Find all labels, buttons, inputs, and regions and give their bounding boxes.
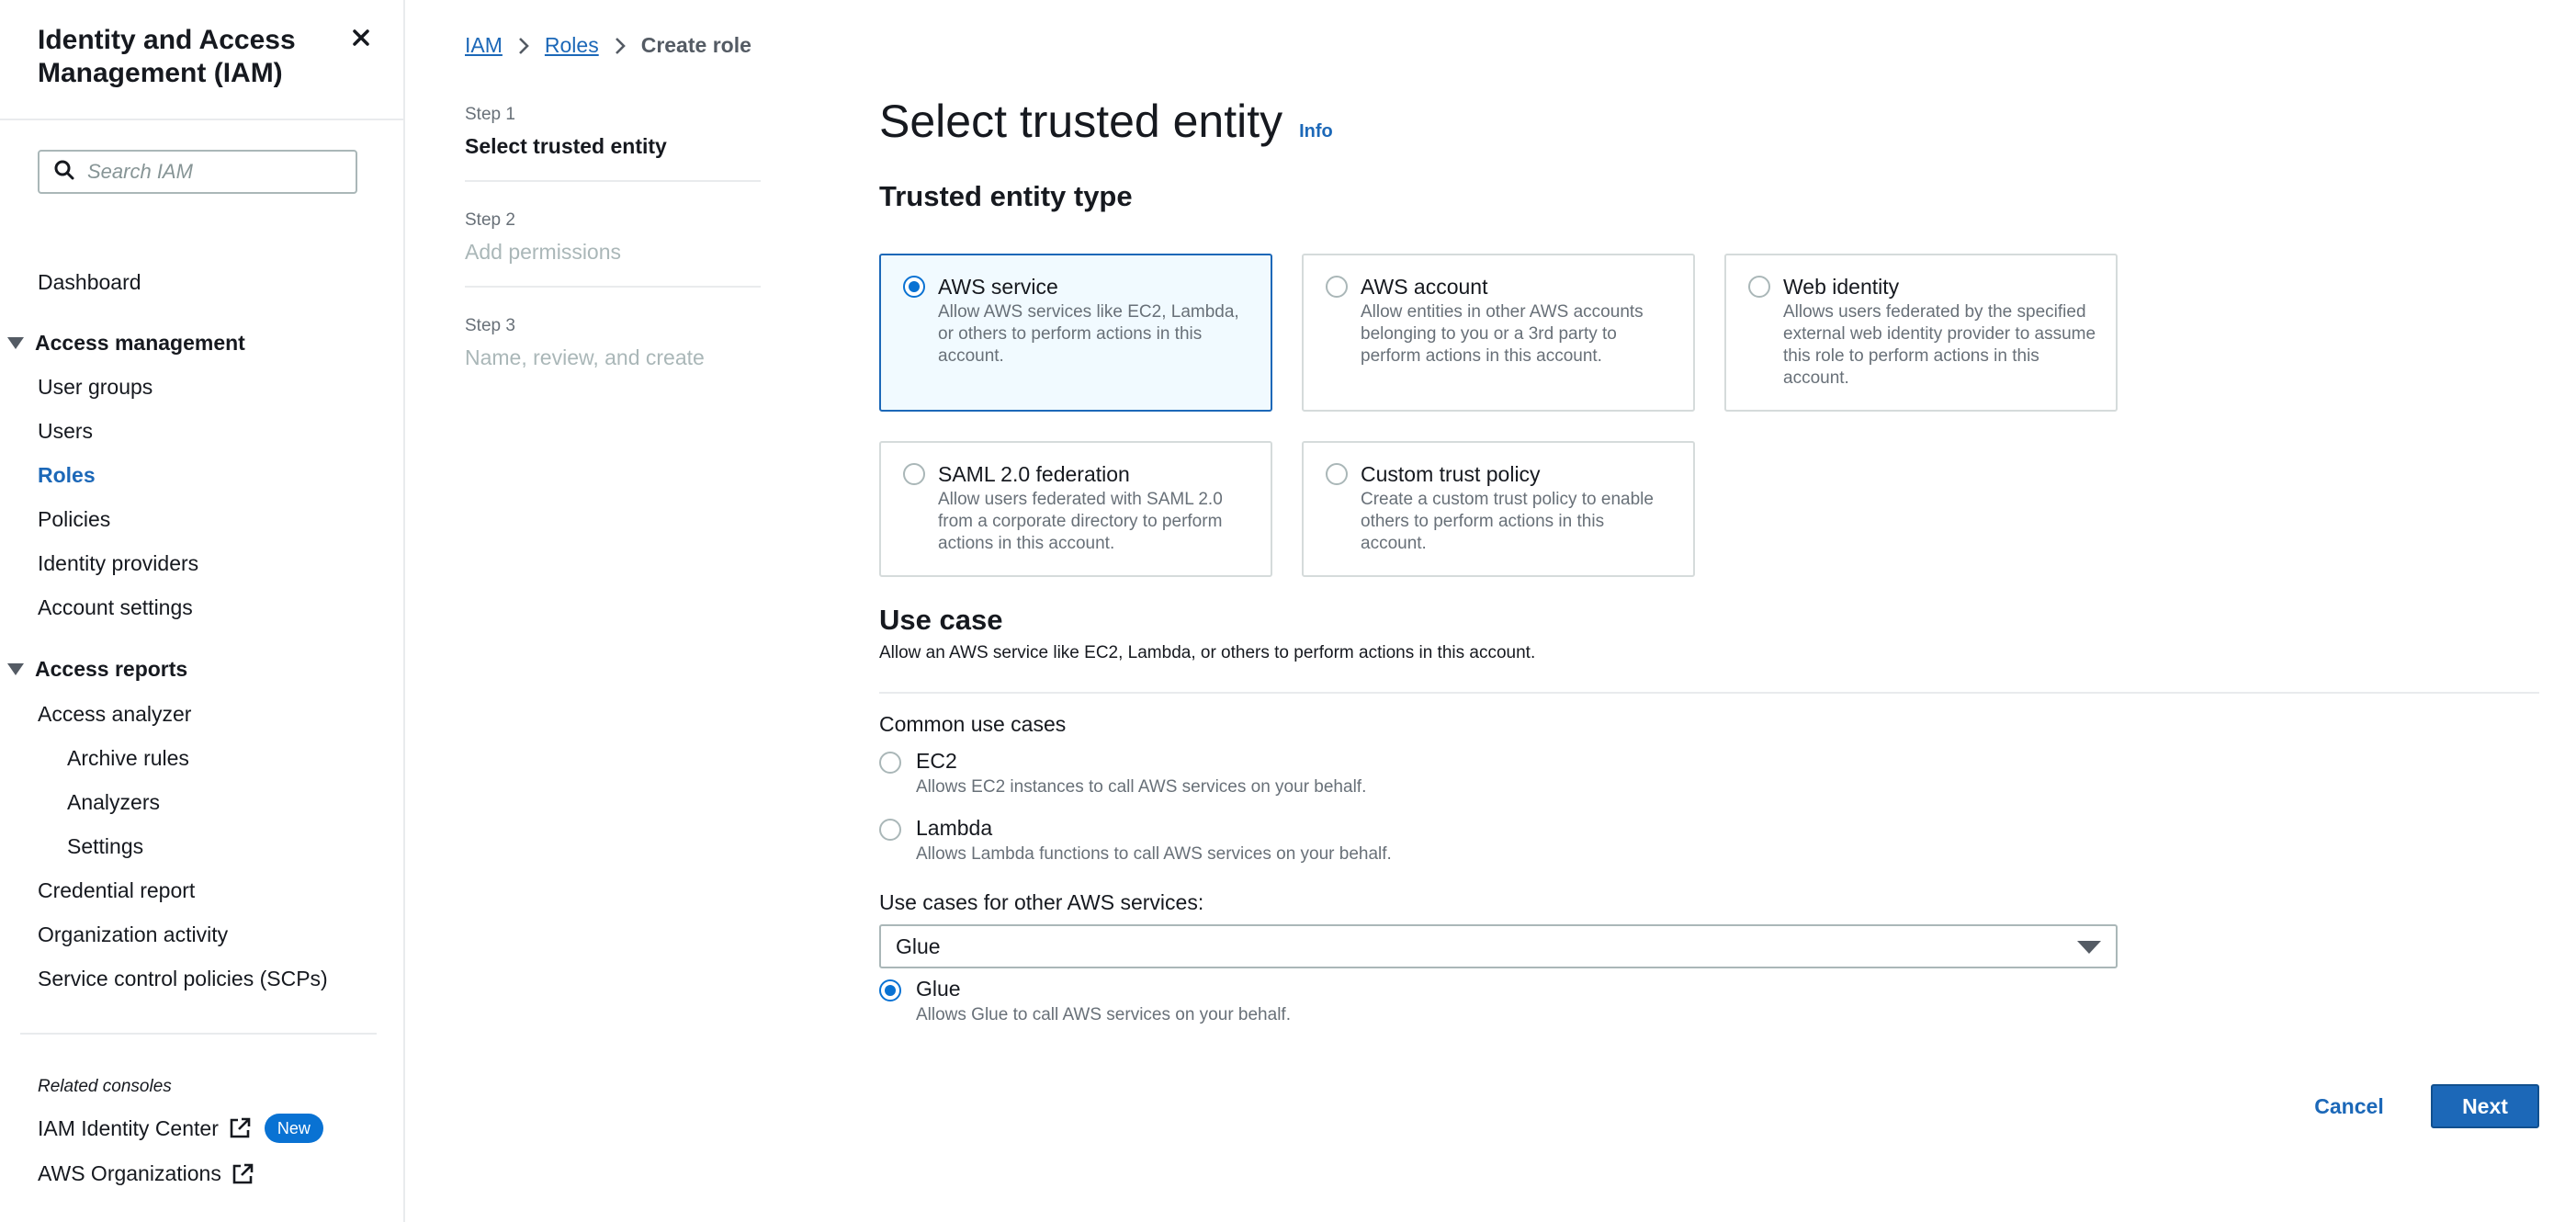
section-divider [879, 692, 2539, 694]
step-2: Step 2 Add permissions [465, 210, 761, 265]
radio-aws-service[interactable] [903, 276, 925, 298]
tile-aws-account[interactable]: AWS account Allow entities in other AWS … [1302, 254, 1695, 412]
aws-organizations-link[interactable]: AWS Organizations [38, 1161, 254, 1186]
chevron-right-icon [517, 36, 530, 56]
use-case-heading: Use case [879, 604, 1003, 636]
sidebar: Identity and Access Management (IAM) Das… [0, 0, 405, 1222]
tile-title: SAML 2.0 federation [938, 462, 1130, 486]
sidebar-item-analyzers[interactable]: Analyzers [67, 790, 160, 815]
sidebar-item-access-analyzer[interactable]: Access analyzer [38, 702, 191, 727]
sidebar-section-label: Access management [35, 331, 245, 355]
breadcrumb-iam[interactable]: IAM [465, 33, 503, 58]
tile-desc: Allow AWS services like EC2, Lambda, or … [938, 302, 1239, 366]
sidebar-item-scps[interactable]: Service control policies (SCPs) [38, 967, 328, 991]
radio-custom-trust-policy[interactable] [1326, 463, 1348, 485]
sidebar-item-users[interactable]: Users [38, 419, 93, 444]
link-label: AWS Organizations [38, 1161, 221, 1185]
sidebar-item-archive-rules[interactable]: Archive rules [67, 746, 189, 771]
option-title: Glue [916, 977, 961, 1001]
sidebar-section-access-management[interactable]: Access management [0, 331, 245, 356]
sidebar-item-identity-providers[interactable]: Identity providers [38, 551, 198, 576]
related-consoles-label: Related consoles [38, 1077, 172, 1096]
sidebar-section-label: Access reports [35, 657, 188, 681]
option-desc: Allows Glue to call AWS services on your… [916, 1005, 1291, 1024]
radio-glue[interactable] [879, 979, 901, 1001]
other-services-label: Use cases for other AWS services: [879, 890, 1204, 914]
step-1: Step 1 Select trusted entity [465, 105, 761, 159]
sidebar-item-organization-activity[interactable]: Organization activity [38, 922, 228, 947]
step-label: Name, review, and create [465, 345, 705, 369]
next-button[interactable]: Next [2431, 1084, 2539, 1128]
common-use-cases-label: Common use cases [879, 712, 1067, 736]
sidebar-divider [20, 1033, 377, 1035]
step-number: Step 1 [465, 105, 515, 124]
external-link-icon [232, 1163, 254, 1183]
sidebar-item-roles[interactable]: Roles [38, 463, 96, 488]
option-desc: Allows EC2 instances to call AWS service… [916, 777, 1367, 797]
step-3: Step 3 Name, review, and create [465, 316, 761, 370]
search-box[interactable] [38, 150, 357, 194]
sidebar-section-access-reports[interactable]: Access reports [0, 657, 187, 682]
option-title: Lambda [916, 816, 993, 840]
step-number: Step 3 [465, 316, 515, 335]
tile-desc: Allow entities in other AWS accounts bel… [1361, 302, 1644, 366]
option-ec2[interactable]: EC2 Allows EC2 instances to call AWS ser… [879, 748, 1366, 798]
option-glue[interactable]: Glue Allows Glue to call AWS services on… [879, 976, 1291, 1026]
sidebar-item-settings[interactable]: Settings [67, 834, 143, 859]
radio-aws-account[interactable] [1326, 276, 1348, 298]
caret-down-icon [7, 663, 24, 675]
tile-web-identity[interactable]: Web identity Allows users federated by t… [1724, 254, 2118, 412]
radio-saml-federation[interactable] [903, 463, 925, 485]
step-divider [465, 286, 761, 288]
sidebar-item-policies[interactable]: Policies [38, 507, 110, 532]
sidebar-divider [0, 119, 405, 120]
search-input[interactable] [87, 160, 345, 184]
chevron-right-icon [614, 36, 627, 56]
option-title: EC2 [916, 749, 957, 773]
cancel-button[interactable]: Cancel [2303, 1084, 2395, 1128]
tile-title: AWS service [938, 275, 1058, 299]
breadcrumb: IAM Roles Create role [465, 33, 751, 58]
close-icon[interactable] [347, 24, 375, 51]
sidebar-item-credential-report[interactable]: Credential report [38, 878, 195, 903]
option-lambda[interactable]: Lambda Allows Lambda functions to call A… [879, 815, 1392, 866]
search-icon [54, 160, 74, 185]
page-title-text: Select trusted entity [879, 96, 1283, 147]
tile-custom-trust-policy[interactable]: Custom trust policy Create a custom trus… [1302, 441, 1695, 577]
select-value: Glue [896, 933, 941, 958]
info-link[interactable]: Info [1299, 121, 1333, 142]
sidebar-item-user-groups[interactable]: User groups [38, 375, 153, 400]
tile-desc: Allows users federated by the specified … [1783, 302, 2096, 388]
page-title: Select trusted entity Info [879, 95, 1333, 148]
tile-title: Web identity [1783, 275, 1900, 299]
step-divider [465, 180, 761, 182]
caret-down-icon [7, 337, 24, 349]
tile-title: AWS account [1361, 275, 1488, 299]
external-link-icon [230, 1117, 251, 1138]
caret-down-icon [2077, 941, 2101, 954]
use-case-desc: Allow an AWS service like EC2, Lambda, o… [879, 643, 1536, 662]
sidebar-item-account-settings[interactable]: Account settings [38, 595, 193, 620]
radio-ec2[interactable] [879, 752, 901, 774]
step-label: Add permissions [465, 240, 622, 264]
step-number: Step 2 [465, 210, 515, 230]
new-badge: New [264, 1114, 323, 1143]
tile-aws-service[interactable]: AWS service Allow AWS services like EC2,… [879, 254, 1272, 412]
sidebar-item-dashboard[interactable]: Dashboard [38, 270, 141, 295]
tile-desc: Allow users federated with SAML 2.0 from… [938, 490, 1223, 553]
iam-identity-center-link[interactable]: IAM Identity Center New [38, 1114, 323, 1143]
radio-lambda[interactable] [879, 819, 901, 841]
service-select[interactable]: Glue [879, 924, 2118, 968]
sidebar-title: Identity and Access Management (IAM) [38, 25, 296, 88]
trusted-entity-heading: Trusted entity type [879, 180, 1133, 212]
tile-saml-federation[interactable]: SAML 2.0 federation Allow users federate… [879, 441, 1272, 577]
tile-desc: Create a custom trust policy to enable o… [1361, 490, 1654, 553]
radio-web-identity[interactable] [1748, 276, 1770, 298]
link-label: IAM Identity Center [38, 1115, 219, 1140]
breadcrumb-roles[interactable]: Roles [545, 33, 599, 58]
step-label: Select trusted entity [465, 134, 667, 158]
breadcrumb-current: Create role [640, 33, 751, 57]
option-desc: Allows Lambda functions to call AWS serv… [916, 844, 1392, 864]
tile-title: Custom trust policy [1361, 462, 1541, 486]
